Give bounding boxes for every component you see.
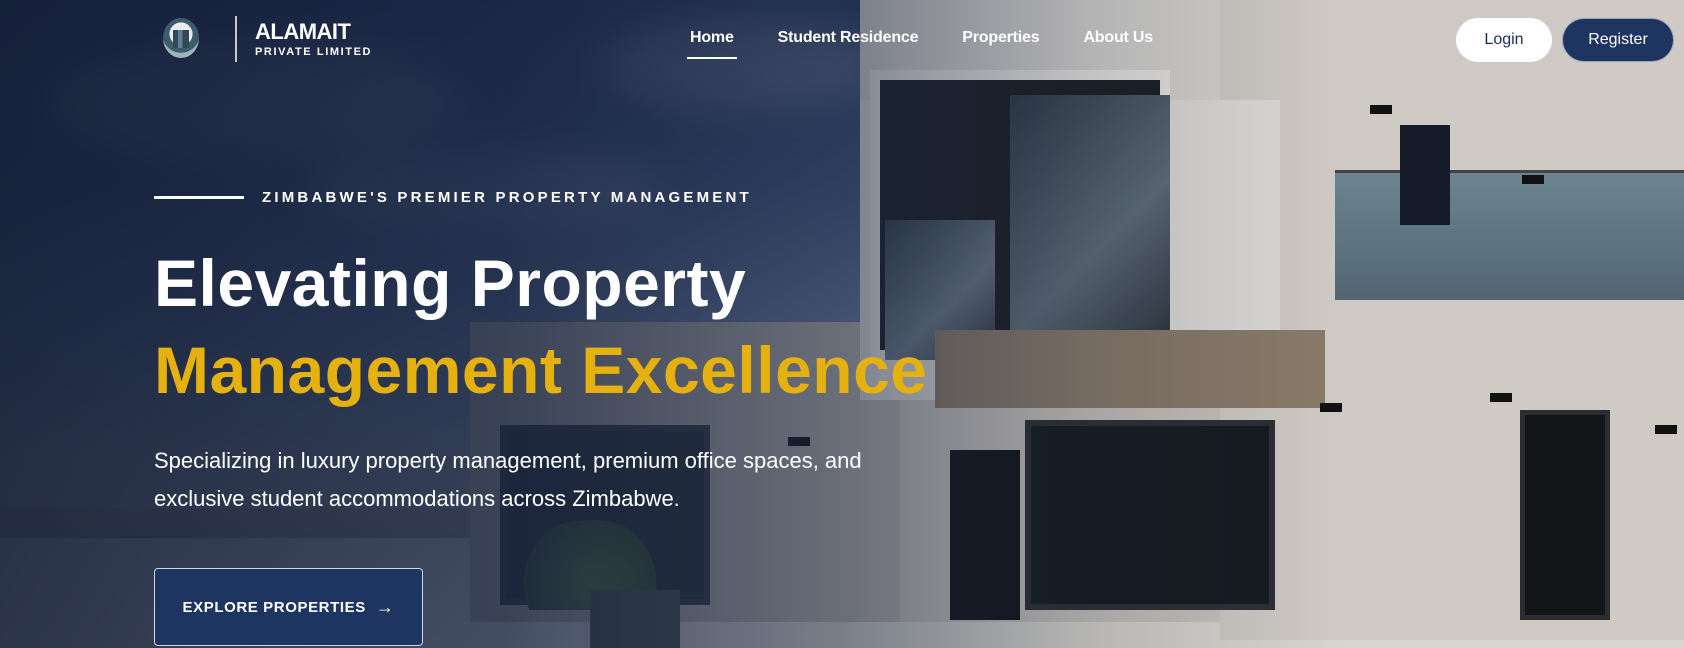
brand-subtitle: PRIVATE LIMITED [255, 46, 373, 58]
cta-label: EXPLORE PROPERTIES [182, 598, 366, 616]
nav-item-student-residence[interactable]: Student Residence [778, 29, 919, 47]
arrow-right-icon: → [375, 596, 395, 617]
eyebrow-divider [154, 196, 244, 199]
explore-properties-button[interactable]: EXPLORE PROPERTIES → [154, 568, 423, 646]
logo-divider [235, 16, 237, 62]
nav-item-home[interactable]: Home [687, 29, 737, 59]
hero-eyebrow: ZIMBABWE'S PREMIER PROPERTY MANAGEMENT [262, 189, 752, 206]
nav-item-properties[interactable]: Properties [962, 29, 1039, 47]
nav-item-about-us[interactable]: About Us [1083, 29, 1153, 47]
hero-title-line2: Management Excellence [154, 333, 928, 407]
login-button[interactable]: Login [1456, 18, 1552, 62]
hero-description: Specializing in luxury property manageme… [154, 448, 862, 511]
hero-title-line1: Elevating Property [154, 246, 747, 320]
hero-overlay [0, 0, 1684, 648]
logo-building-icon[interactable] [163, 18, 199, 58]
brand-name[interactable]: ALAMAIT [255, 19, 351, 45]
main-nav: Home Student Residence Properties About … [687, 29, 1153, 59]
register-button[interactable]: Register [1562, 18, 1674, 62]
site-header: ALAMAIT PRIVATE LIMITED Home Student Res… [0, 0, 1684, 80]
